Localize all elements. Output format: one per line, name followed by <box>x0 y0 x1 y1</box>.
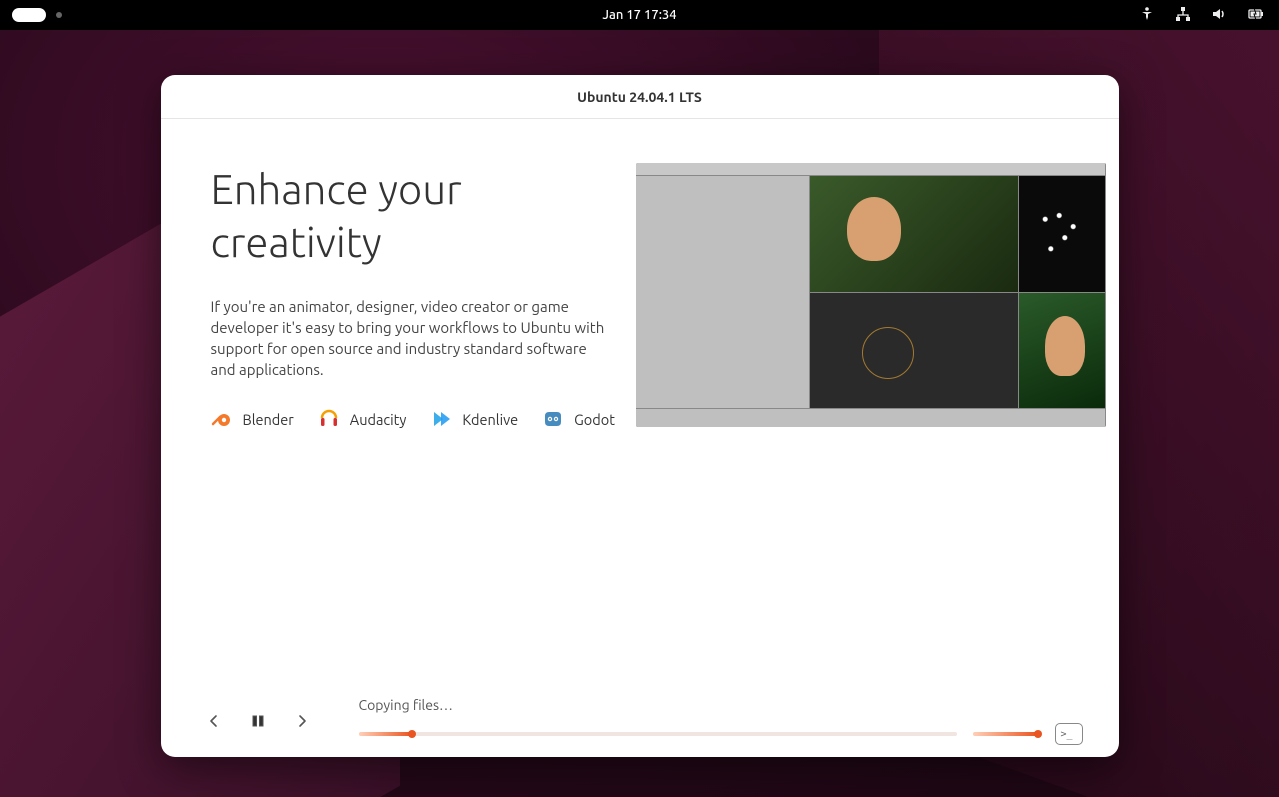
network-icon[interactable] <box>1175 6 1191 25</box>
installer-bottom-bar: Copying files… <box>161 685 1119 757</box>
install-status-text: Copying files… <box>359 697 1083 713</box>
slide-prev-button[interactable] <box>197 704 231 738</box>
clock[interactable]: Jan 17 17:34 <box>602 8 676 22</box>
battery-icon[interactable] <box>1247 6 1265 25</box>
open-terminal-button[interactable] <box>1055 723 1083 745</box>
audacity-icon <box>318 408 340 430</box>
app-label: Godot <box>574 411 615 428</box>
install-progress-bar-2 <box>973 732 1039 736</box>
godot-icon <box>542 408 564 430</box>
volume-icon[interactable] <box>1211 6 1227 25</box>
slide-app-list: Blender Audacity Kdenlive <box>211 408 606 430</box>
install-progress-bar-1 <box>359 732 957 736</box>
system-tray[interactable] <box>1139 6 1279 25</box>
window-title: Ubuntu 24.04.1 LTS <box>161 75 1119 119</box>
app-audacity: Audacity <box>318 408 407 430</box>
workspace-indicator-dot <box>56 12 62 18</box>
app-godot: Godot <box>542 408 615 430</box>
blender-icon <box>211 408 233 430</box>
app-kdenlive: Kdenlive <box>430 408 518 430</box>
gnome-topbar: Jan 17 17:34 <box>0 0 1279 30</box>
app-label: Audacity <box>350 411 407 428</box>
slide-screenshot <box>636 163 1106 427</box>
slide-pause-button[interactable] <box>241 704 275 738</box>
installer-slide-content: Enhance your creativity If you're an ani… <box>161 119 1119 685</box>
accessibility-icon[interactable] <box>1139 6 1155 25</box>
app-label: Blender <box>243 411 294 428</box>
slide-next-button[interactable] <box>285 704 319 738</box>
slide-description: If you're an animator, designer, video c… <box>211 296 606 380</box>
activities-pill[interactable] <box>12 8 46 22</box>
slide-heading: Enhance your creativity <box>211 163 606 268</box>
app-label: Kdenlive <box>462 411 518 428</box>
app-blender: Blender <box>211 408 294 430</box>
kdenlive-icon <box>430 408 452 430</box>
ubuntu-installer-window: Ubuntu 24.04.1 LTS Enhance your creativi… <box>161 75 1119 757</box>
